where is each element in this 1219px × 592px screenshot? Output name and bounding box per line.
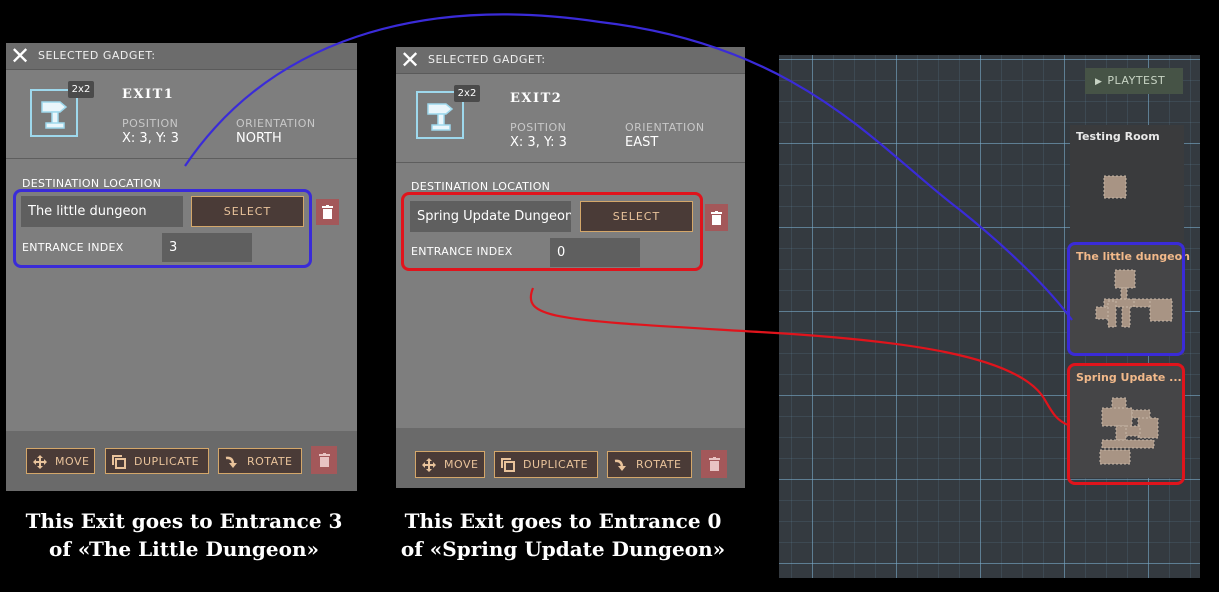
caption-left-line2: of «The Little Dungeon» bbox=[49, 537, 319, 561]
orientation-value: NORTH bbox=[236, 131, 282, 146]
orientation-label: ORIENTATION bbox=[236, 117, 316, 130]
duplicate-button[interactable]: DUPLICATE bbox=[105, 448, 209, 474]
move-arrows-icon bbox=[33, 455, 47, 469]
orientation-value: EAST bbox=[625, 135, 659, 150]
position-value: X: 3, Y: 3 bbox=[510, 135, 567, 150]
position-label: POSITION bbox=[122, 117, 179, 130]
trash-icon bbox=[319, 453, 330, 467]
map-highlight-blue bbox=[1067, 242, 1185, 356]
rotate-button[interactable]: ROTATE bbox=[607, 451, 692, 478]
close-icon[interactable]: ✕ bbox=[399, 48, 421, 72]
divider bbox=[396, 162, 745, 163]
delete-gadget-button[interactable] bbox=[311, 446, 337, 474]
divider bbox=[6, 158, 357, 159]
delete-gadget-button[interactable] bbox=[701, 450, 727, 478]
playtest-button[interactable]: ▶ PLAYTEST bbox=[1085, 68, 1183, 94]
room-card-testing-room[interactable]: Testing Room bbox=[1070, 125, 1184, 243]
position-value: X: 3, Y: 3 bbox=[122, 131, 179, 146]
play-icon: ▶ bbox=[1095, 77, 1103, 87]
panel-footer: MOVE DUPLICATE ROTATE bbox=[396, 428, 745, 488]
highlight-box-red bbox=[401, 192, 703, 271]
highlight-box-blue bbox=[13, 189, 312, 268]
panel-header: ✕ SELECTED GADGET: bbox=[6, 43, 357, 70]
duplicate-label: DUPLICATE bbox=[134, 455, 200, 468]
rotate-arrow-icon bbox=[614, 459, 626, 471]
caption-right-line2: of «Spring Update Dungeon» bbox=[400, 537, 726, 561]
delete-destination-button[interactable] bbox=[316, 199, 339, 225]
caption-left: This Exit goes to Entrance 3 of «The Lit… bbox=[2, 507, 366, 563]
panel-header: ✕ SELECTED GADGET: bbox=[396, 47, 745, 74]
rotate-label: ROTATE bbox=[247, 455, 293, 468]
duplicate-button[interactable]: DUPLICATE bbox=[494, 451, 598, 478]
panel-footer: MOVE DUPLICATE ROTATE bbox=[6, 431, 357, 491]
panel-header-label: SELECTED GADGET: bbox=[428, 53, 546, 66]
orientation-label: ORIENTATION bbox=[625, 121, 705, 134]
duplicate-icon bbox=[501, 458, 515, 472]
room-title: Testing Room bbox=[1076, 130, 1160, 143]
room-thumbnail bbox=[1103, 175, 1127, 199]
map-highlight-red bbox=[1067, 363, 1185, 485]
rotate-label: ROTATE bbox=[636, 458, 682, 471]
move-arrows-icon bbox=[422, 458, 436, 472]
caption-left-line1: This Exit goes to Entrance 3 bbox=[25, 509, 343, 533]
move-label: MOVE bbox=[55, 455, 90, 468]
close-icon[interactable]: ✕ bbox=[9, 44, 31, 68]
size-badge: 2x2 bbox=[68, 81, 94, 98]
panel-header-label: SELECTED GADGET: bbox=[38, 49, 156, 62]
move-button[interactable]: MOVE bbox=[415, 451, 485, 478]
duplicate-label: DUPLICATE bbox=[523, 458, 589, 471]
delete-destination-button[interactable] bbox=[705, 204, 728, 231]
caption-right-line1: This Exit goes to Entrance 0 bbox=[404, 509, 722, 533]
trash-icon bbox=[322, 205, 333, 219]
size-badge: 2x2 bbox=[454, 85, 480, 102]
duplicate-icon bbox=[112, 455, 126, 469]
gadget-name: EXIT1 bbox=[122, 87, 175, 102]
rotate-button[interactable]: ROTATE bbox=[218, 448, 302, 474]
position-label: POSITION bbox=[510, 121, 567, 134]
rotate-arrow-icon bbox=[225, 456, 237, 468]
move-button[interactable]: MOVE bbox=[26, 448, 95, 474]
move-label: MOVE bbox=[444, 458, 479, 471]
trash-icon bbox=[709, 457, 720, 471]
caption-right: This Exit goes to Entrance 0 of «Spring … bbox=[378, 507, 748, 563]
playtest-label: PLAYTEST bbox=[1107, 74, 1166, 87]
trash-icon bbox=[711, 211, 722, 225]
gadget-name: EXIT2 bbox=[510, 91, 563, 106]
